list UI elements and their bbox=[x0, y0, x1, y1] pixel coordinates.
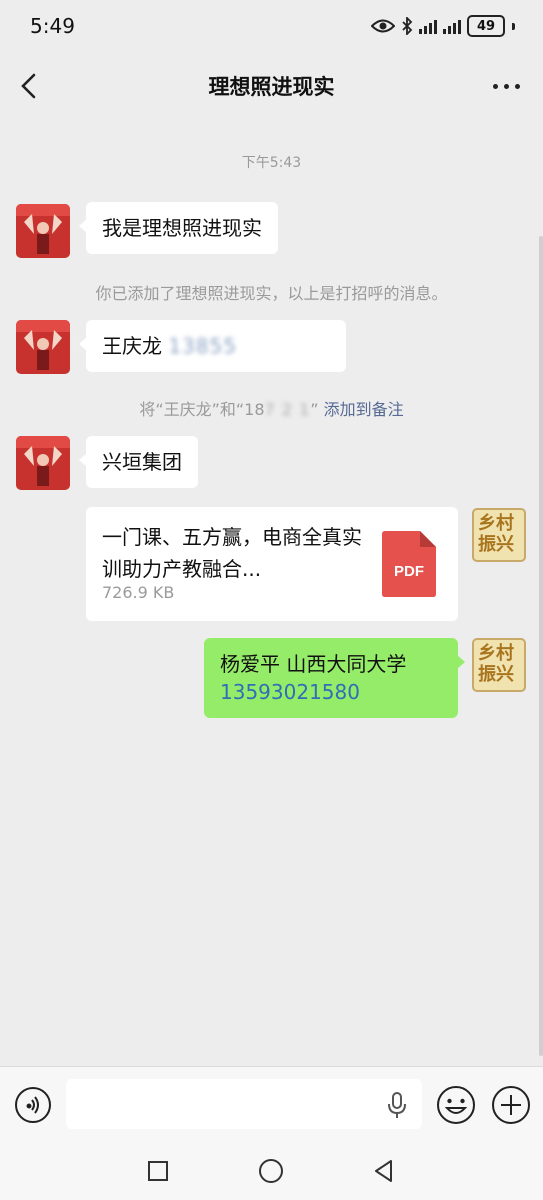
microphone-icon[interactable] bbox=[386, 1091, 408, 1119]
recent-apps-icon[interactable] bbox=[147, 1160, 169, 1182]
sent-phone-link[interactable]: 13593021580 bbox=[220, 678, 442, 706]
chat-title: 理想照进现实 bbox=[208, 75, 335, 99]
eye-icon bbox=[371, 19, 395, 33]
emoji-icon[interactable] bbox=[436, 1085, 476, 1125]
signal-icon-2 bbox=[443, 18, 461, 34]
message-input[interactable] bbox=[66, 1079, 422, 1129]
contact-avatar[interactable] bbox=[16, 204, 70, 258]
battery-icon: 49 bbox=[467, 15, 505, 37]
bluetooth-icon bbox=[402, 17, 413, 35]
blurred-phone: 138‭5‬5 bbox=[168, 334, 237, 358]
system-message-remark: 将“王庆龙”和“187 2 1” 添加到备注 bbox=[139, 400, 404, 419]
system-nav-bar bbox=[0, 1142, 543, 1200]
svg-text:PDF: PDF bbox=[394, 563, 424, 580]
contact-name-text: 王庆龙 bbox=[102, 334, 162, 358]
system-message-added: 你已添加了理想照进现实，以上是打招呼的消息。 bbox=[95, 284, 448, 303]
plus-icon[interactable] bbox=[491, 1085, 531, 1125]
sent-text-name: 杨爱平 山西大同大学 bbox=[220, 652, 407, 676]
message-text: 兴垣集团 bbox=[102, 450, 182, 474]
back-nav-icon[interactable] bbox=[372, 1159, 396, 1183]
message-bubble-company[interactable]: 兴垣集团 bbox=[79, 436, 198, 488]
pdf-file-icon: PDF bbox=[382, 531, 436, 597]
status-bar: 5:49 49 bbox=[0, 0, 543, 56]
self-avatar[interactable]: 乡村 振兴 bbox=[472, 508, 526, 562]
file-size: 726.9 KB bbox=[102, 583, 175, 602]
self-avatar[interactable]: 乡村 振兴 bbox=[472, 638, 526, 692]
message-bubble-sent[interactable]: 杨爱平 山西大同大学 13593021580 bbox=[204, 638, 465, 718]
add-remark-link[interactable]: 添加到备注 bbox=[324, 400, 404, 419]
message-text: 我是理想照进现实 bbox=[102, 216, 262, 240]
home-icon[interactable] bbox=[258, 1158, 284, 1184]
contact-avatar[interactable] bbox=[16, 320, 70, 374]
signal-icon bbox=[419, 18, 437, 34]
file-message-card[interactable]: 一门课、五方赢，电商全真实训助力产教融合... 726.9 KB PDF bbox=[86, 507, 458, 621]
voice-toggle-icon[interactable] bbox=[14, 1086, 52, 1124]
contact-avatar[interactable] bbox=[16, 436, 70, 490]
message-timestamp: 下午5:43 bbox=[241, 155, 302, 171]
input-bar bbox=[0, 1066, 543, 1143]
file-title: 一门课、五方赢，电商全真实训助力产教融合... bbox=[102, 525, 362, 581]
status-time: 5:49 bbox=[30, 14, 75, 38]
message-bubble-greeting[interactable]: 我是理想照进现实 bbox=[79, 202, 278, 254]
chat-header: 理想照进现实 bbox=[0, 56, 543, 116]
battery-level: 49 bbox=[476, 18, 496, 34]
scrollbar[interactable] bbox=[539, 236, 543, 1056]
message-bubble-contact[interactable]: 王庆龙 138‭5‬5 bbox=[79, 320, 346, 372]
more-options-icon[interactable] bbox=[491, 78, 521, 94]
